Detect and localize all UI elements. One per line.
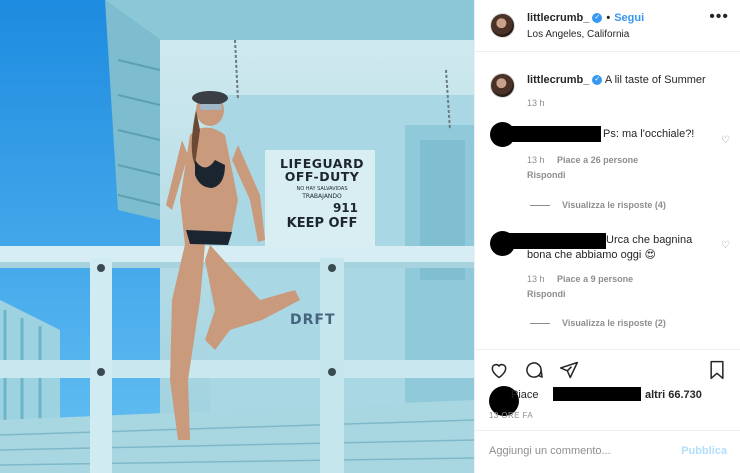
likes-count[interactable]: altri 66.730 bbox=[645, 389, 702, 401]
publish-button[interactable]: Pubblica bbox=[681, 445, 727, 457]
add-comment-bar: Pubblica bbox=[475, 430, 740, 473]
caption-text-line: littlecrumb_ ✓ A lil taste of Summer bbox=[527, 74, 737, 86]
caption-username[interactable]: littlecrumb_ bbox=[527, 74, 589, 86]
redacted-liker-name bbox=[553, 387, 641, 401]
heart-icon[interactable]: ♡ bbox=[721, 135, 730, 146]
sign-line-keep-off: KEEP OFF bbox=[286, 216, 358, 231]
sign-line-spanish-2: TRABAJANDO bbox=[302, 193, 342, 200]
follow-button[interactable]: Segui bbox=[614, 12, 644, 24]
comment-likes[interactable]: Piace a 26 persone bbox=[557, 155, 638, 165]
tower-lettering: DRFT bbox=[290, 312, 336, 328]
likes-summary: Piace altri 66.730 bbox=[489, 386, 729, 416]
comment-time[interactable]: 13 h bbox=[527, 155, 545, 165]
caption-avatar[interactable] bbox=[490, 73, 515, 98]
add-comment-input[interactable] bbox=[489, 445, 669, 457]
post-photo[interactable]: LIFEGUARD OFF-DUTY NO HAY SALVAVIDAS TRA… bbox=[0, 0, 474, 473]
sign-line-off-duty: OFF-DUTY bbox=[284, 168, 360, 184]
view-replies-button[interactable]: Visualizza le risposte (4) bbox=[530, 200, 666, 210]
separator-dot: • bbox=[606, 12, 611, 24]
comment-text: bona che abbiamo oggi bbox=[527, 249, 642, 261]
author-line: littlecrumb_ ✓ • Segui bbox=[527, 12, 644, 24]
verified-badge-icon: ✓ bbox=[592, 75, 603, 86]
comment-meta: 13 h Piace a 9 persone bbox=[527, 274, 643, 284]
redacted-username bbox=[508, 126, 601, 142]
post-side-panel: littlecrumb_ ✓ • Segui Los Angeles, Califor… bbox=[474, 0, 740, 473]
post-timestamp[interactable]: 13 ORE FA bbox=[489, 411, 533, 420]
redacted-username bbox=[508, 233, 606, 249]
sign-line-911: 911 bbox=[332, 201, 358, 215]
reply-button[interactable]: Rispondi bbox=[527, 289, 566, 299]
comment-text: Ps: ma l'occhiale?! bbox=[603, 128, 695, 140]
heart-eyes-emoji: 😍 bbox=[644, 249, 656, 261]
lifeguard-sign: LIFEGUARD OFF-DUTY NO HAY SALVAVIDAS TRA… bbox=[276, 157, 368, 231]
author-username[interactable]: littlecrumb_ bbox=[527, 12, 589, 24]
author-avatar[interactable] bbox=[490, 13, 515, 38]
comment-text-line-1: Urca che bagnina bbox=[606, 234, 693, 246]
reply-button[interactable]: Rispondi bbox=[527, 170, 566, 180]
lifeguard-tower-illustration bbox=[0, 0, 474, 473]
heart-icon[interactable]: ♡ bbox=[721, 240, 730, 251]
post-header: littlecrumb_ ✓ • Segui Los Angeles, Califor… bbox=[475, 0, 740, 52]
share-send-icon[interactable] bbox=[559, 360, 579, 380]
likes-prefix: Piace bbox=[511, 389, 539, 401]
comment-bubble-icon[interactable] bbox=[524, 360, 544, 380]
verified-badge-icon: ✓ bbox=[592, 13, 603, 24]
caption-text: A lil taste of Summer bbox=[604, 74, 706, 86]
caption-timestamp[interactable]: 13 h bbox=[527, 98, 545, 108]
view-replies-button[interactable]: Visualizza le risposte (2) bbox=[530, 318, 666, 328]
save-bookmark-icon[interactable] bbox=[707, 360, 727, 380]
comment-meta: 13 h Piace a 26 persone bbox=[527, 155, 648, 165]
comment-time[interactable]: 13 h bbox=[527, 274, 545, 284]
action-bar bbox=[475, 349, 740, 389]
location-link[interactable]: Los Angeles, California bbox=[527, 29, 629, 40]
comment-text-line-2: bona che abbiamo oggi 😍 bbox=[527, 248, 656, 263]
like-heart-icon[interactable] bbox=[489, 360, 509, 380]
more-options-icon[interactable]: ••• bbox=[709, 9, 729, 25]
sign-line-spanish-1: NO HAY SALVAVIDAS bbox=[296, 186, 348, 192]
comment-likes[interactable]: Piace a 9 persone bbox=[557, 274, 633, 284]
